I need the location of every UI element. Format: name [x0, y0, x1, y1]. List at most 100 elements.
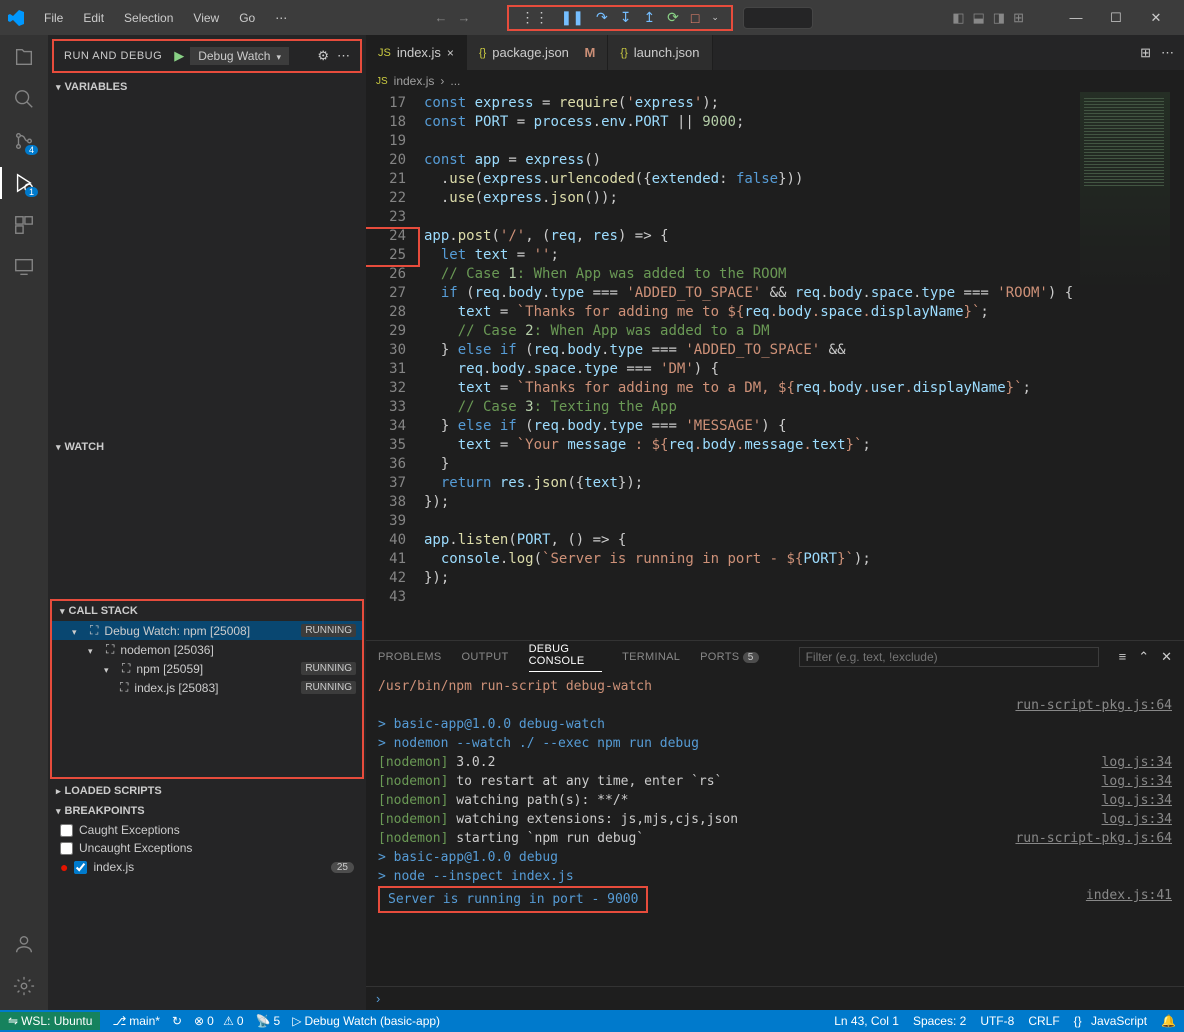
window-maximize-icon[interactable]: ☐	[1096, 10, 1136, 26]
debug-dropdown-icon[interactable]: ⌄	[711, 12, 719, 23]
window-close-icon[interactable]: ✕	[1136, 10, 1176, 26]
encoding[interactable]: UTF-8	[980, 1014, 1014, 1028]
breakpoints-body: Caught Exceptions Uncaught Exceptions ●i…	[48, 821, 366, 877]
code-editor[interactable]: ● 17181920212223242526272829303132333435…	[366, 92, 1184, 640]
debug-stop-icon[interactable]: □	[691, 10, 699, 26]
debug-console-input[interactable]: ›	[366, 986, 1184, 1010]
debug-sidebar: RUN AND DEBUG ▶ Debug Watch ⚙ ⋯ VARIABLE…	[48, 35, 366, 1010]
tab-launch-json[interactable]: {}launch.json	[608, 35, 712, 70]
panel-tab-terminal[interactable]: TERMINAL	[622, 651, 680, 663]
debug-more-icon[interactable]: ⋯	[337, 48, 350, 64]
explorer-icon[interactable]	[12, 45, 36, 69]
variables-section-header[interactable]: VARIABLES	[48, 77, 366, 97]
account-icon[interactable]	[12, 932, 36, 956]
panel-tab-problems[interactable]: PROBLEMS	[378, 651, 442, 663]
breakpoints-header[interactable]: BREAKPOINTS	[48, 801, 366, 821]
start-debug-icon[interactable]: ▶	[174, 48, 184, 64]
cursor-position[interactable]: Ln 43, Col 1	[834, 1014, 899, 1028]
callstack-row[interactable]: ⛶npm [25059]RUNNING	[52, 659, 362, 678]
command-center[interactable]	[743, 7, 813, 29]
debug-restart-icon[interactable]: ⟳	[667, 9, 679, 26]
layout-sidebar-left-icon[interactable]: ◧	[952, 10, 964, 26]
bug-icon: ⛶	[90, 623, 98, 638]
file-breakpoint-checkbox[interactable]	[74, 861, 87, 874]
breakpoint-row[interactable]: Uncaught Exceptions	[48, 839, 366, 857]
sync-icon: ↻	[172, 1014, 182, 1028]
panel-collapse-icon[interactable]: ⌃	[1138, 649, 1149, 665]
compare-icon[interactable]: ⊞	[1140, 45, 1151, 61]
callstack-row[interactable]: ⛶Debug Watch: npm [25008]RUNNING	[52, 621, 362, 640]
debug-stepinto-icon[interactable]: ↧	[620, 9, 632, 26]
window-minimize-icon[interactable]: —	[1056, 10, 1096, 26]
debug-console-output[interactable]: /usr/bin/npm run-script debug-watchrun-s…	[366, 673, 1184, 986]
layout-customize-icon[interactable]: ⊞	[1013, 10, 1024, 26]
debug-badge: 1	[25, 187, 38, 197]
debug-pause-icon[interactable]: ❚❚	[561, 9, 584, 26]
code-content[interactable]: const express = require('express');const…	[424, 92, 1184, 640]
language-mode[interactable]: {} JavaScript	[1074, 1014, 1147, 1028]
search-icon[interactable]	[12, 87, 36, 111]
menu-edit[interactable]: Edit	[75, 7, 112, 29]
sync-button[interactable]: ↻	[172, 1014, 182, 1028]
js-file-icon: JS	[376, 76, 388, 87]
uncaught-exceptions-checkbox[interactable]	[60, 842, 73, 855]
panel-tab-output[interactable]: OUTPUT	[462, 651, 509, 663]
tab-package-json[interactable]: {}package.json M	[467, 35, 608, 70]
ports-indicator[interactable]: 📡5	[256, 1014, 281, 1028]
debug-drag-icon[interactable]: ⋮⋮	[521, 9, 549, 26]
run-debug-title: RUN AND DEBUG	[64, 50, 162, 62]
debug-config-dropdown[interactable]: Debug Watch	[190, 47, 289, 65]
breakpoint-row[interactable]: Caught Exceptions	[48, 821, 366, 839]
activity-bar: 4 1	[0, 35, 48, 1010]
vscode-logo-icon	[8, 10, 24, 26]
menu-more[interactable]: ⋯	[267, 7, 295, 29]
notifications-icon[interactable]: 🔔	[1161, 1014, 1176, 1028]
panel-close-icon[interactable]: ✕	[1161, 649, 1172, 665]
callstack-section-header[interactable]: CALL STACK	[52, 601, 362, 621]
extensions-icon[interactable]	[12, 213, 36, 237]
remote-indicator[interactable]: ⇋WSL: Ubuntu	[0, 1012, 100, 1030]
tab-more-icon[interactable]: ⋯	[1161, 45, 1174, 61]
breadcrumb[interactable]: JSindex.js›...	[366, 70, 1184, 92]
menu-view[interactable]: View	[185, 7, 227, 29]
tab-index-js[interactable]: JSindex.js×	[366, 35, 467, 70]
layout-panel-icon[interactable]: ⬓	[973, 10, 985, 26]
source-control-icon[interactable]: 4	[12, 129, 36, 153]
panel-tab-ports[interactable]: PORTS 5	[700, 651, 758, 663]
caught-exceptions-checkbox[interactable]	[60, 824, 73, 837]
loaded-scripts-header[interactable]: LOADED SCRIPTS	[48, 781, 366, 801]
menu-go[interactable]: Go	[231, 7, 263, 29]
debug-stepover-icon[interactable]: ↷	[596, 9, 608, 26]
indentation[interactable]: Spaces: 2	[913, 1014, 966, 1028]
callstack-row[interactable]: ⛶nodemon [25036]	[52, 640, 362, 659]
git-branch[interactable]: ⎇main*	[112, 1014, 160, 1028]
menu-file[interactable]: File	[36, 7, 71, 29]
close-tab-icon[interactable]: ×	[447, 46, 454, 60]
editor-area: JSindex.js× {}package.json M {}launch.js…	[366, 35, 1184, 1010]
breakpoint-highlight	[366, 227, 420, 267]
panel-tab-debug-console[interactable]: DEBUG CONSOLE	[529, 643, 603, 672]
eol[interactable]: CRLF	[1028, 1014, 1059, 1028]
line-number-gutter[interactable]: ● 17181920212223242526272829303132333435…	[366, 92, 424, 640]
breakpoint-row[interactable]: ●index.js25	[48, 857, 366, 877]
settings-gear-icon[interactable]	[12, 974, 36, 998]
callstack-row[interactable]: ⛶index.js [25083]RUNNING	[52, 678, 362, 697]
debug-filter-input[interactable]	[799, 647, 1099, 667]
minimap[interactable]	[1080, 92, 1170, 292]
problems-indicator[interactable]: ⊗0 ⚠0	[194, 1014, 244, 1028]
nav-back-icon[interactable]: ←	[435, 10, 448, 25]
remote-explorer-icon[interactable]	[12, 255, 36, 279]
title-bar: File Edit Selection View Go ⋯ ← → ⋮⋮ ❚❚ …	[0, 0, 1184, 35]
debug-settings-icon[interactable]: ⚙	[317, 48, 329, 64]
layout-sidebar-right-icon[interactable]: ◨	[993, 10, 1005, 26]
breakpoint-dot-icon: ●	[60, 859, 68, 875]
panel-clear-icon[interactable]: ≡	[1119, 649, 1127, 665]
nav-forward-icon[interactable]: →	[458, 10, 471, 25]
run-debug-icon[interactable]: 1	[12, 171, 36, 195]
warning-icon: ⚠	[223, 1014, 234, 1028]
menu-selection[interactable]: Selection	[116, 7, 181, 29]
debug-stepout-icon[interactable]: ↥	[643, 9, 655, 26]
json-file-icon: {}	[620, 47, 627, 59]
watch-section-header[interactable]: WATCH	[48, 437, 366, 457]
debug-status[interactable]: ▷Debug Watch (basic-app)	[292, 1014, 440, 1028]
